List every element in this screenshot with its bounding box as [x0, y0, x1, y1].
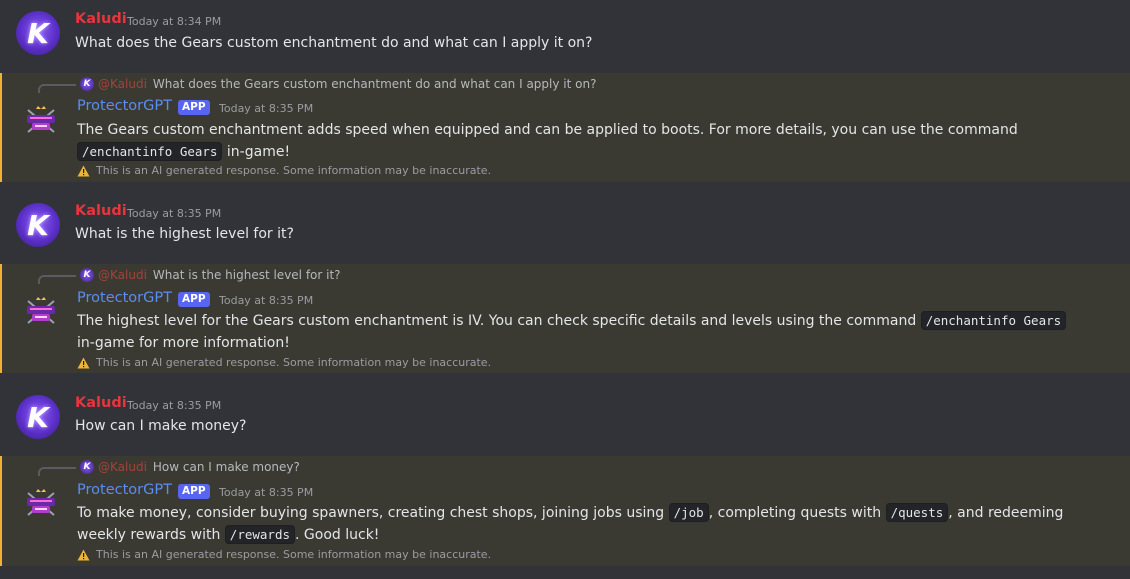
protectorcraft-logo-icon[interactable] [24, 104, 58, 138]
author-name[interactable]: ProtectorGPT [77, 482, 172, 498]
message-text: To make money, consider buying spawners,… [77, 502, 1077, 546]
text-segment: To make money, consider buying spawners,… [77, 505, 665, 521]
text-segment: , completing quests with [708, 505, 882, 521]
timestamp: Today at 8:34 PM [127, 15, 222, 28]
ai-warning: This is an AI generated response. Some i… [77, 356, 491, 369]
reply-text: What does the Gears custom enchantment d… [152, 77, 597, 91]
text-segment: The Gears custom enchantment adds speed … [77, 122, 1018, 138]
inline-code: /rewards [224, 525, 296, 544]
kaludi-avatar-icon[interactable]: K [16, 395, 60, 439]
author-name[interactable]: Kaludi [75, 11, 127, 27]
timestamp: Today at 8:35 PM [219, 294, 314, 307]
reply-reference[interactable]: K @Kaludi What does the Gears custom enc… [38, 76, 597, 93]
reply-author: @Kaludi [98, 268, 147, 282]
app-badge: APP [178, 484, 210, 499]
ai-warning: This is an AI generated response. Some i… [77, 548, 491, 561]
reply-author: @Kaludi [98, 460, 147, 474]
kaludi-avatar-icon[interactable]: K [16, 203, 60, 247]
inline-code: /enchantinfo Gears [920, 311, 1067, 330]
app-badge: APP [178, 100, 210, 115]
timestamp: Today at 8:35 PM [127, 207, 222, 220]
message-bot: K @Kaludi What does the Gears custom enc… [0, 73, 1130, 182]
reply-reference[interactable]: K @Kaludi What is the highest level for … [38, 267, 341, 284]
message-bot: K @Kaludi How can I make money? Protecto… [0, 456, 1130, 566]
protectorcraft-logo-icon[interactable] [24, 487, 58, 521]
message-text: The Gears custom enchantment adds speed … [77, 119, 1122, 163]
message-user: K Kaludi Today at 8:35 PM What is the hi… [0, 199, 1130, 259]
reply-reference[interactable]: K @Kaludi How can I make money? [38, 459, 300, 476]
message-bot: K @Kaludi What is the highest level for … [0, 264, 1130, 373]
text-segment: in-game for more information! [77, 335, 290, 351]
protectorcraft-logo-icon[interactable] [24, 295, 58, 329]
reply-connector [38, 275, 76, 284]
inline-code: /quests [885, 503, 949, 522]
warning-text: This is an AI generated response. Some i… [96, 164, 492, 177]
inline-code: /enchantinfo Gears [77, 142, 223, 161]
timestamp: Today at 8:35 PM [127, 399, 222, 412]
warning-text: This is an AI generated response. Some i… [96, 356, 492, 369]
warning-text: This is an AI generated response. Some i… [96, 548, 492, 561]
message-user: K Kaludi Today at 8:34 PM What does the … [0, 8, 1130, 68]
reply-text: How can I make money? [152, 460, 300, 474]
reply-author: @Kaludi [98, 77, 147, 91]
reply-connector [38, 467, 76, 476]
kaludi-avatar-icon[interactable]: K [16, 11, 60, 55]
text-segment: . Good luck! [295, 527, 380, 543]
ai-warning: This is an AI generated response. Some i… [77, 164, 491, 177]
message-user: K Kaludi Today at 8:35 PM How can I make… [0, 391, 1130, 451]
timestamp: Today at 8:35 PM [219, 486, 314, 499]
text-segment: in-game! [226, 144, 291, 160]
kaludi-avatar-icon: K [80, 268, 94, 282]
author-name[interactable]: Kaludi [75, 203, 127, 219]
author-name[interactable]: ProtectorGPT [77, 290, 172, 306]
text-segment: The highest level for the Gears custom e… [77, 313, 917, 329]
reply-connector [38, 84, 76, 93]
kaludi-avatar-icon: K [80, 77, 94, 91]
inline-code: /job [668, 503, 709, 522]
reply-text: What is the highest level for it? [152, 268, 341, 282]
message-text: What does the Gears custom enchantment d… [75, 35, 593, 51]
message-text: What is the highest level for it? [75, 226, 294, 242]
warning-icon [77, 357, 90, 369]
message-text: The highest level for the Gears custom e… [77, 310, 1067, 354]
message-text: How can I make money? [75, 418, 247, 434]
author-name[interactable]: Kaludi [75, 395, 127, 411]
warning-icon [77, 549, 90, 561]
app-badge: APP [178, 292, 210, 307]
author-name[interactable]: ProtectorGPT [77, 98, 172, 114]
warning-icon [77, 165, 90, 177]
kaludi-avatar-icon: K [80, 460, 94, 474]
timestamp: Today at 8:35 PM [219, 102, 314, 115]
